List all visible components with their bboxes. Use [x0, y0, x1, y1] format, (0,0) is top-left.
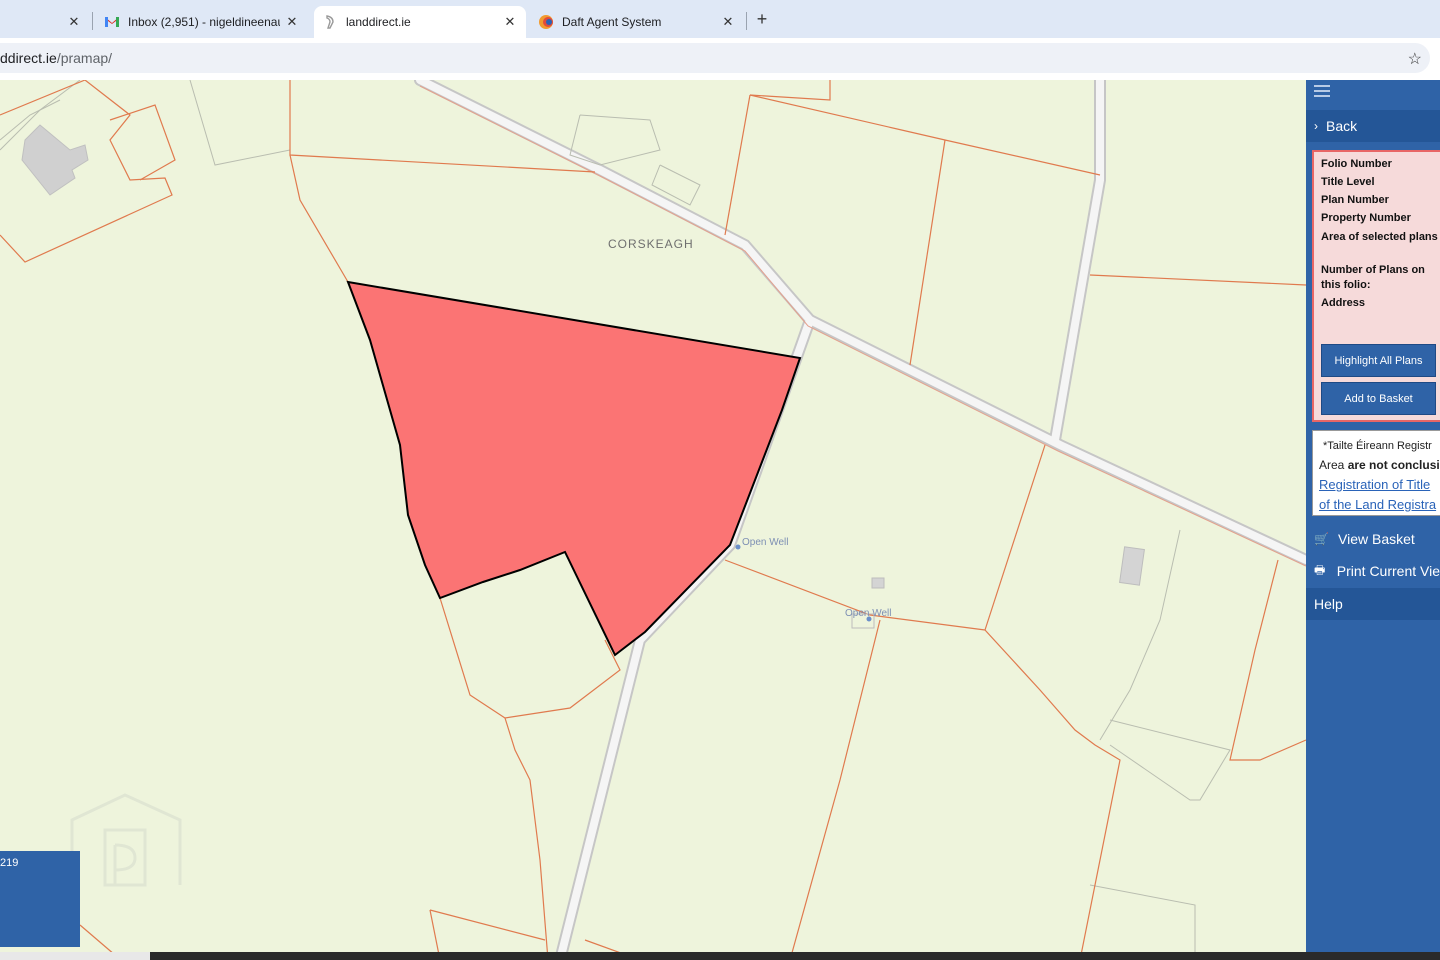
tab-daft[interactable]: Daft Agent System ✕ — [532, 6, 744, 38]
tab-close-icon[interactable]: ✕ — [284, 14, 300, 30]
print-icon: 🖶 — [1314, 562, 1326, 577]
cart-icon: 🛒 — [1314, 532, 1329, 546]
land-registry-link[interactable]: of the Land Registra — [1319, 497, 1436, 512]
tab-close-icon[interactable]: ✕ — [720, 14, 736, 30]
plan-number-label: Plan Number — [1321, 194, 1389, 206]
menu-icon[interactable] — [1314, 85, 1330, 99]
tab-separator — [92, 12, 93, 30]
back-label: Back — [1326, 118, 1358, 134]
address-bar[interactable] — [0, 43, 1430, 73]
watermark-logo — [70, 793, 182, 887]
well-marker-icon — [735, 544, 741, 550]
highlight-all-plans-button[interactable]: Highlight All Plans — [1321, 344, 1436, 377]
tab-title: Inbox (2,951) - nigeldineenaucti — [128, 15, 280, 29]
view-basket-button[interactable]: 🛒 View Basket — [1306, 523, 1440, 555]
registration-link[interactable]: Registration of Title — [1319, 477, 1430, 492]
help-label: Help — [1314, 596, 1343, 612]
browser-tab-bar: ✕ Inbox (2,951) - nigeldineenaucti ✕ lan… — [0, 0, 1440, 38]
note-line: *Tailte Éireann Registr — [1323, 440, 1432, 452]
selected-parcel[interactable] — [346, 280, 802, 657]
tab-title: landdirect.ie — [346, 15, 411, 29]
note-line: Area are not conclusi — [1319, 456, 1440, 475]
view-basket-label: View Basket — [1338, 531, 1415, 547]
tab-landdirect[interactable]: landdirect.ie ✕ — [314, 6, 526, 38]
print-view-button[interactable]: 🖶 Print Current Vie — [1306, 555, 1440, 587]
url-host: ddirect.ie — [0, 50, 57, 66]
note-text: Area — [1319, 458, 1348, 472]
back-button[interactable]: › Back — [1306, 110, 1440, 142]
chevron-right-icon: › — [1314, 119, 1318, 133]
url-path: /pramap/ — [56, 50, 113, 66]
building — [21, 124, 89, 196]
gmail-icon — [105, 17, 119, 27]
url-text[interactable]: ddirect.ie/pramap/ — [0, 50, 112, 66]
place-label: CORSKEAGH — [608, 237, 694, 251]
building — [871, 577, 885, 589]
note-bold-text: are not conclusi — [1347, 458, 1440, 472]
bookmark-star-icon[interactable]: ☆ — [1408, 49, 1422, 69]
title-level-label: Title Level — [1321, 176, 1375, 188]
map-info-box: 219 — [0, 851, 80, 947]
plans-count-label: Number of Plans on this folio: — [1321, 264, 1425, 291]
well-label: Open Well — [742, 537, 789, 548]
area-label: Area of selected plans — [1321, 231, 1438, 243]
property-number-label: Property Number — [1321, 212, 1411, 224]
disclaimer-note: *Tailte Éireann Registr Area are not con… — [1312, 430, 1440, 516]
folio-info-panel: Folio Number Title Level Plan Number Pro… — [1312, 150, 1440, 422]
daft-icon — [539, 15, 553, 29]
tab-separator — [746, 12, 747, 30]
map-info-text: 219 — [0, 857, 19, 869]
tab-title: Daft Agent System — [562, 15, 662, 29]
building — [1119, 546, 1145, 586]
note-line: of the Land Registra — [1319, 495, 1440, 515]
harp-icon — [326, 15, 334, 29]
help-button[interactable]: Help — [1306, 588, 1440, 620]
map-canvas[interactable]: CORSKEAGH Open Well Open Well — [0, 80, 1306, 960]
address-label: Address — [1321, 297, 1366, 309]
tab-close-icon[interactable]: ✕ — [66, 14, 82, 30]
add-to-basket-button[interactable]: Add to Basket — [1321, 382, 1436, 415]
browser-toolbar — [0, 38, 1440, 80]
well-label: Open Well — [845, 608, 892, 619]
print-label: Print Current Vie — [1336, 563, 1440, 579]
note-line: Registration of Title — [1319, 475, 1440, 495]
sidebar-panel: › Back Folio Number Title Level Plan Num… — [1306, 80, 1440, 960]
tab-blank[interactable]: ✕ — [0, 6, 90, 38]
new-tab-button[interactable]: + — [752, 9, 772, 29]
map-svg[interactable]: CORSKEAGH Open Well Open Well — [0, 80, 1306, 960]
folio-number-label: Folio Number — [1321, 158, 1392, 170]
tab-close-icon[interactable]: ✕ — [502, 14, 518, 30]
taskbar-strip — [0, 952, 1440, 960]
tab-gmail[interactable]: Inbox (2,951) - nigeldineenaucti ✕ — [96, 6, 308, 38]
